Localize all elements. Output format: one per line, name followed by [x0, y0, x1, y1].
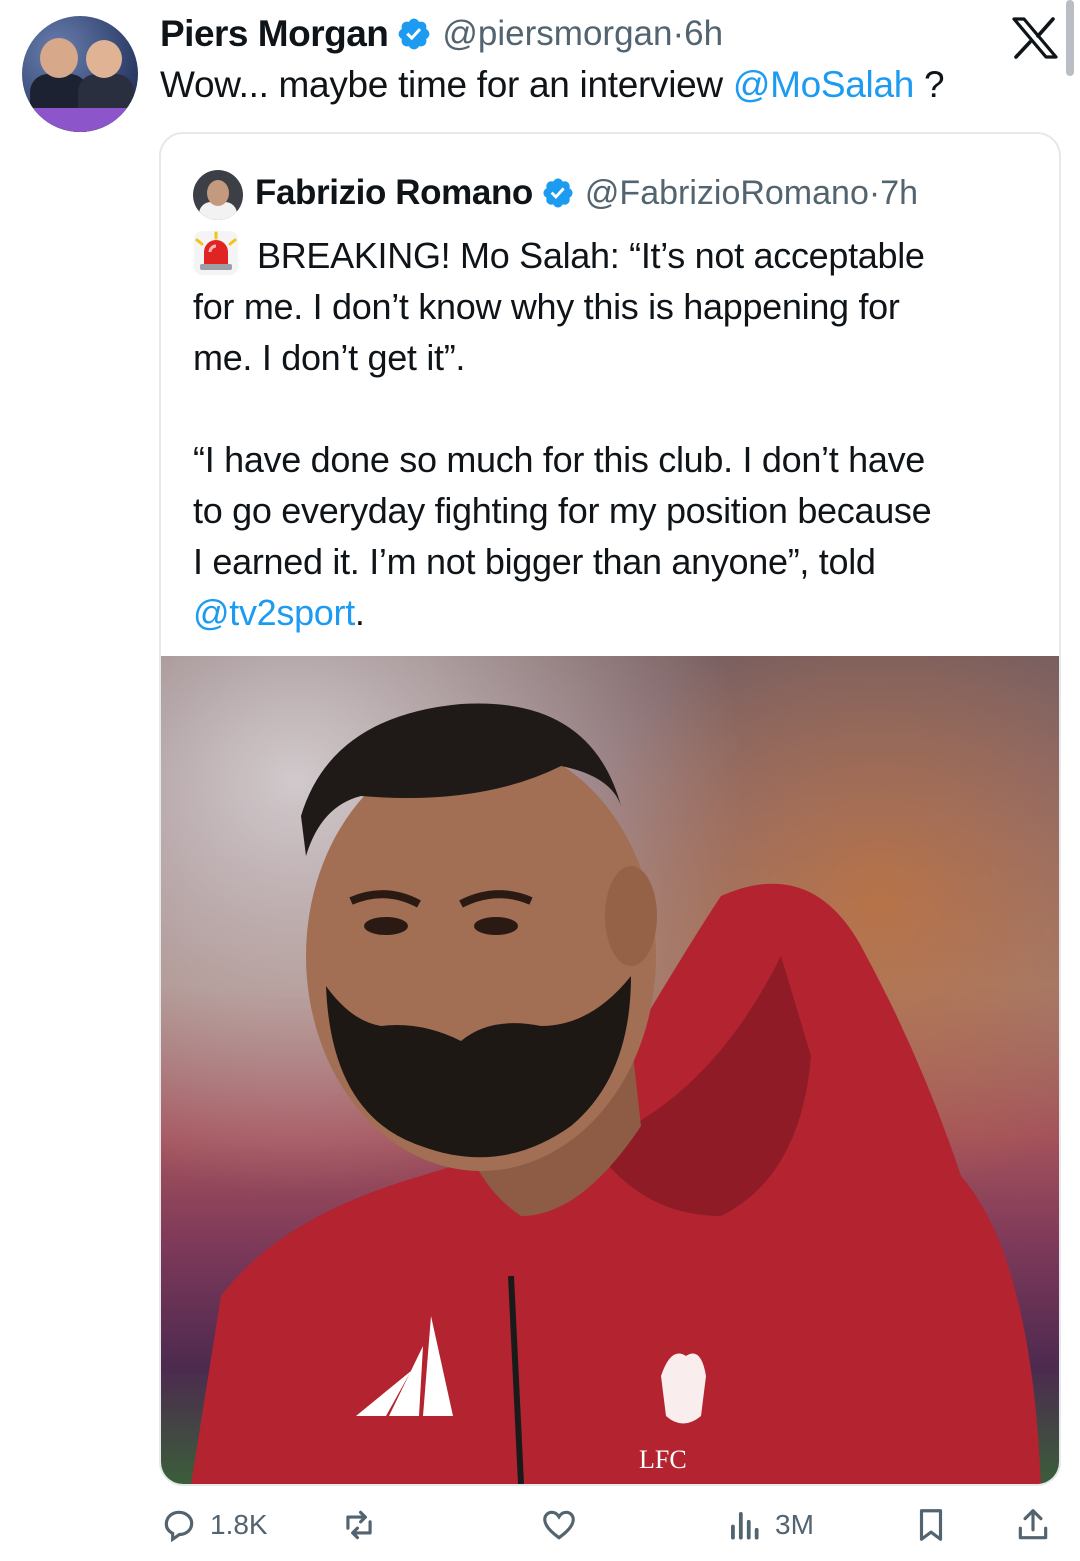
- crest-text: LFC: [639, 1445, 687, 1474]
- tweet-actions-bar: 1.8K 3M: [0, 1490, 1080, 1560]
- quoted-text-suffix: .: [354, 592, 365, 633]
- tv2sport-mention-link[interactable]: @tv2sport: [193, 592, 355, 633]
- quoted-author-avatar[interactable]: [193, 170, 243, 220]
- quoted-author-name[interactable]: Fabrizio Romano: [255, 173, 533, 213]
- quoted-tweet-card[interactable]: Fabrizio Romano @FabrizioRomano · 7h BRE…: [159, 132, 1061, 1486]
- reply-icon: [164, 1510, 194, 1543]
- author-avatar[interactable]: [22, 16, 138, 132]
- share-icon: [1018, 1509, 1048, 1540]
- like-icon: [543, 1510, 575, 1540]
- quoted-line-3: me. I don’t get it”.: [193, 337, 466, 378]
- time-separator: ·: [868, 173, 881, 212]
- mention-link[interactable]: @MoSalah: [733, 64, 915, 105]
- views-count: 3M: [775, 1509, 814, 1540]
- share-button[interactable]: [1014, 1500, 1064, 1550]
- time-separator: ·: [672, 14, 685, 53]
- verified-badge-icon: [543, 178, 573, 208]
- tweet-text-prefix: Wow... maybe time for an interview: [160, 64, 733, 105]
- quoted-line-5: to go everyday fighting for my position …: [193, 490, 932, 531]
- quoted-tweet-photo[interactable]: LFC: [161, 656, 1059, 1484]
- author-handle[interactable]: @piersmorgan: [442, 14, 672, 54]
- player-photo-illustration: LFC: [161, 656, 1059, 1484]
- views-button[interactable]: 3M: [725, 1500, 814, 1550]
- tweet-text: Wow... maybe time for an interview @MoSa…: [160, 64, 945, 106]
- repost-button[interactable]: [340, 1500, 390, 1550]
- reply-count: 1.8K: [210, 1509, 268, 1540]
- tweet-header: Piers Morgan @piersmorgan · 6h: [160, 12, 723, 56]
- repost-icon: [346, 1510, 372, 1540]
- quoted-tweet-text: BREAKING! Mo Salah: “It’s not acceptable…: [193, 230, 1043, 638]
- bookmark-button[interactable]: [912, 1500, 962, 1550]
- quoted-line-6: I earned it. I’m not bigger than anyone”…: [193, 541, 876, 582]
- reply-button[interactable]: 1.8K: [160, 1500, 268, 1550]
- views-icon: [731, 1512, 759, 1540]
- quoted-line-2: for me. I don’t know why this is happeni…: [193, 286, 900, 327]
- verified-badge-icon: [399, 18, 430, 50]
- quoted-author-handle[interactable]: @FabrizioRomano: [585, 174, 869, 213]
- quoted-tweet-header: Fabrizio Romano @FabrizioRomano · 7h: [255, 170, 918, 216]
- quoted-line-4: “I have done so much for this club. I do…: [193, 439, 926, 480]
- scrollbar[interactable]: [1066, 0, 1074, 76]
- bookmark-icon: [919, 1509, 943, 1541]
- x-logo-icon: [1012, 17, 1058, 59]
- author-name[interactable]: Piers Morgan: [160, 13, 389, 55]
- tweet-text-suffix: ?: [914, 64, 945, 105]
- like-button[interactable]: [540, 1500, 590, 1550]
- siren-icon: [194, 231, 238, 275]
- tweet-time[interactable]: 6h: [684, 14, 723, 54]
- quoted-tweet-time[interactable]: 7h: [880, 174, 918, 213]
- quoted-line-1: BREAKING! Mo Salah: “It’s not acceptable: [257, 235, 925, 276]
